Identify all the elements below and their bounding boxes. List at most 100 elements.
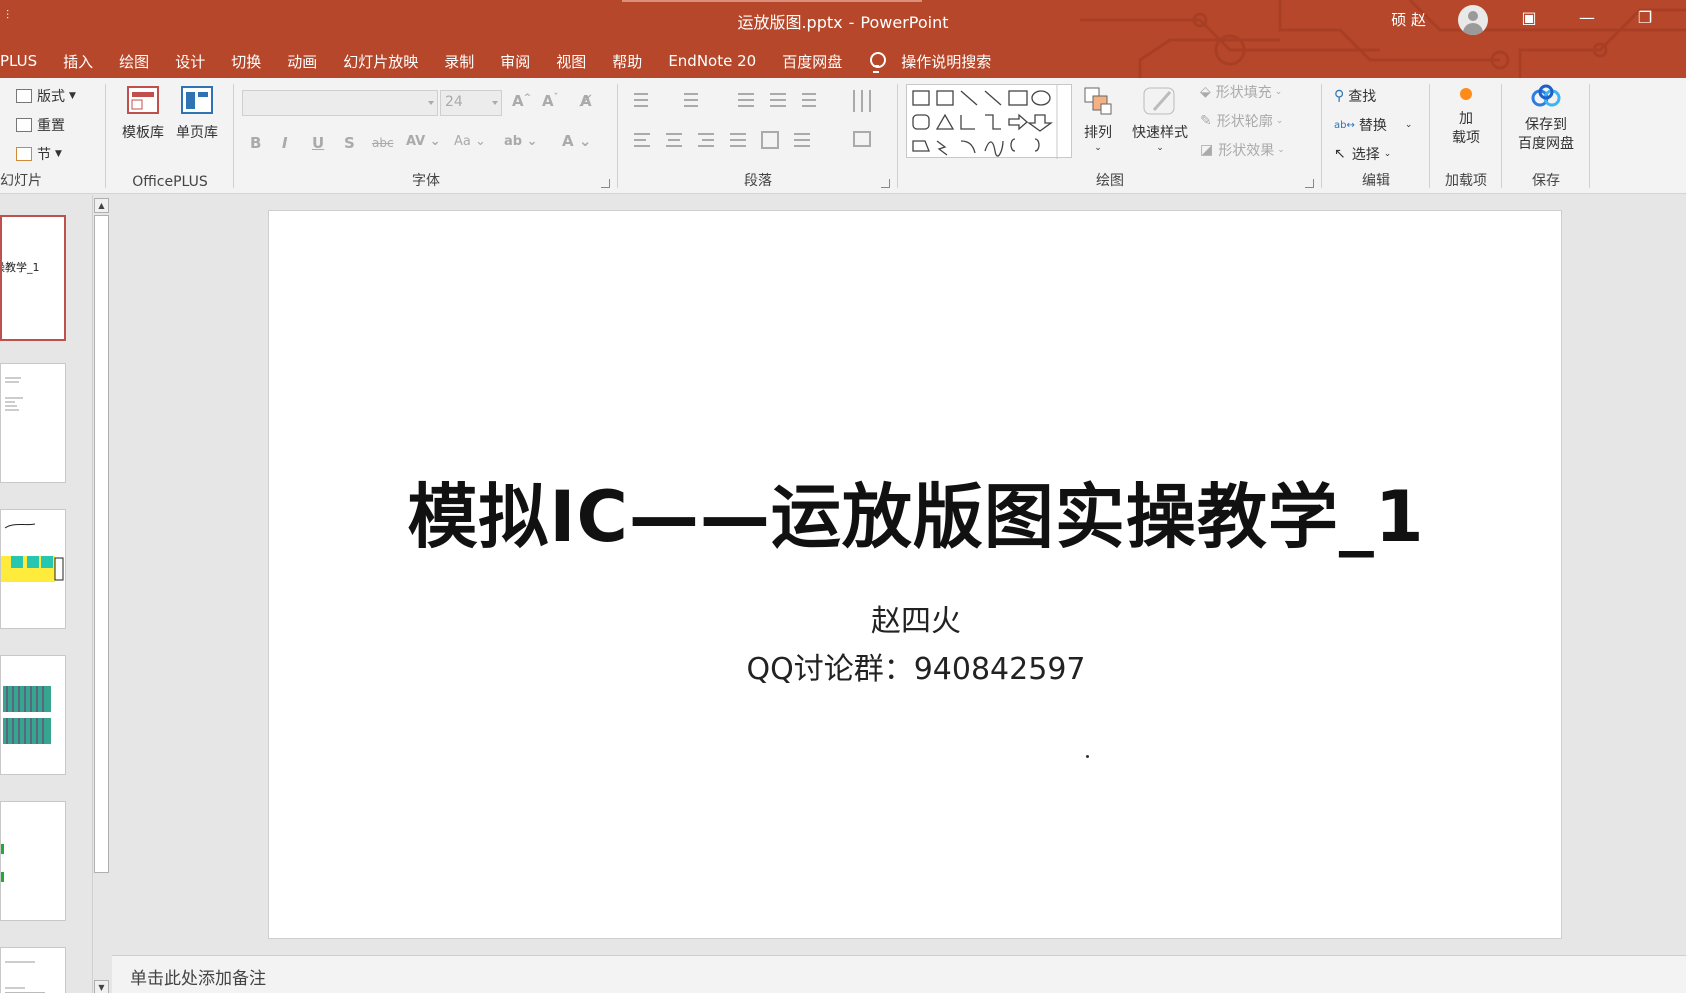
scroll-down-icon[interactable]: ▼ (94, 980, 109, 993)
arrange-button[interactable]: 排列 ⌄ (1076, 84, 1120, 153)
ribbon: 版式 ▼ 重置 节 ▼ 幻灯片 模板库 单页库 OfficePLUS 24 A^ A… (0, 78, 1686, 194)
ribbon-display-icon[interactable]: ▣ (1514, 8, 1544, 27)
ribbon-tabs: PLUS 插入 绘图 设计 切换 动画 幻灯片放映 录制 审阅 视图 帮助 En… (0, 46, 991, 76)
shrink-font-icon[interactable]: Aˇ (542, 92, 558, 110)
tab-plus[interactable]: PLUS (0, 52, 50, 70)
group-divider (1321, 84, 1322, 188)
replace-button[interactable]: ab↔ 替换 ⌄ (1334, 115, 1412, 135)
slide-canvas[interactable]: 模拟IC——运放版图实操教学_1 赵四火 QQ讨论群：940842597 (268, 210, 1562, 939)
tell-me-label: 操作说明搜索 (901, 52, 992, 71)
addins-button[interactable]: 加 载项 (1438, 88, 1494, 148)
tab-review[interactable]: 审阅 (487, 51, 543, 72)
italic-icon[interactable]: I (282, 134, 288, 152)
thumbnails-scrollbar[interactable]: ▲ ▼ (92, 195, 110, 993)
template-library-button[interactable]: 模板库 (118, 84, 168, 143)
slide-thumbnails-panel: 操教学_1 (0, 195, 92, 993)
group-divider (1429, 84, 1430, 188)
tab-record[interactable]: 录制 (431, 51, 487, 72)
thumbnail-markers (1, 844, 4, 882)
lightbulb-icon (869, 52, 887, 73)
group-divider (1501, 84, 1502, 188)
arrange-icon (1084, 87, 1112, 115)
tab-endnote[interactable]: EndNote 20 (655, 52, 769, 70)
font-dialog-launcher-icon[interactable] (601, 179, 610, 188)
select-button[interactable]: ↖ 选择 ⌄ (1334, 144, 1391, 164)
shapes-icons (912, 85, 1058, 159)
file-name: 运放版图.pptx (737, 13, 843, 32)
template-library-icon (127, 86, 159, 114)
search-icon: ⚲ (1334, 88, 1345, 104)
chevron-down-icon: ⌄ (1275, 116, 1284, 126)
font-color-icon[interactable]: A ⌄ (562, 132, 591, 150)
cursor-icon: ↖ (1334, 146, 1346, 162)
underline-icon[interactable]: U (312, 134, 324, 152)
stray-dot (1086, 755, 1089, 758)
char-spacing-icon[interactable]: AV ⌄ (406, 134, 441, 149)
bold-icon[interactable]: B (250, 134, 261, 152)
tab-design[interactable]: 设计 (162, 51, 218, 72)
tab-help[interactable]: 帮助 (599, 51, 655, 72)
officeplus-group-label: OfficePLUS (132, 174, 208, 190)
paint-bucket-icon: ⬙ (1200, 84, 1211, 100)
section-button[interactable]: 节 ▼ (16, 144, 62, 164)
reset-button[interactable]: 重置 (16, 115, 65, 135)
tab-insert[interactable]: 插入 (50, 51, 106, 72)
paragraph-dialog-launcher-icon[interactable] (881, 179, 890, 188)
page-library-button[interactable]: 单页库 (172, 84, 222, 143)
find-button[interactable]: ⚲ 查找 (1334, 86, 1376, 106)
slide-qq-group[interactable]: QQ讨论群：940842597 (269, 644, 1563, 688)
font-name-combo[interactable] (242, 90, 438, 116)
chevron-down-icon: ⌄ (1274, 87, 1283, 97)
slide-thumbnail-5[interactable] (0, 801, 66, 921)
minimize-icon[interactable]: — (1572, 8, 1602, 27)
reset-icon (16, 118, 32, 132)
tab-draw[interactable]: 绘图 (106, 51, 162, 72)
tab-slideshow[interactable]: 幻灯片放映 (330, 51, 431, 72)
notes-placeholder: 单击此处添加备注 (130, 969, 266, 989)
window-title: 运放版图.pptx - PowerPoint (0, 9, 1686, 33)
save-group: 保存到 百度网盘 保存 (1504, 78, 1588, 194)
tab-baidu-netdisk[interactable]: 百度网盘 (769, 51, 855, 72)
replace-icon: ab↔ (1334, 119, 1355, 131)
slide-title[interactable]: 模拟IC——运放版图实操教学_1 (269, 461, 1563, 562)
user-name[interactable]: 硕 赵 (1391, 9, 1426, 30)
shape-outline-button[interactable]: ✎ 形状轮廓 ⌄ (1200, 111, 1283, 131)
chevron-down-icon: ⌄ (1404, 120, 1413, 130)
slide-thumbnail-4[interactable] (0, 655, 66, 775)
slide-thumbnail-3[interactable] (0, 509, 66, 629)
restore-icon[interactable]: ❐ (1630, 8, 1660, 27)
tab-transitions[interactable]: 切换 (218, 51, 274, 72)
tab-animations[interactable]: 动画 (274, 51, 330, 72)
quick-styles-button[interactable]: 快速样式 ⌄ (1126, 84, 1194, 153)
slide-author[interactable]: 赵四火 (269, 596, 1563, 640)
thumbnail-text-lines (5, 961, 45, 993)
paragraph-tools[interactable] (626, 84, 896, 164)
scroll-up-icon[interactable]: ▲ (94, 198, 109, 213)
slide-thumbnail-2[interactable] (0, 363, 66, 483)
shapes-gallery[interactable] (906, 84, 1072, 159)
slide-thumbnail-1[interactable]: 操教学_1 (0, 215, 66, 341)
officeplus-group: 模板库 单页库 OfficePLUS (108, 78, 232, 194)
tell-me-search[interactable]: 操作说明搜索 (855, 51, 992, 73)
slide-thumbnail-6[interactable] (0, 947, 66, 993)
avatar[interactable] (1458, 5, 1488, 35)
save-to-baidu-button[interactable]: 保存到 百度网盘 (1506, 84, 1586, 154)
layout-icon (16, 89, 32, 103)
clear-formatting-icon[interactable]: A̸ (580, 92, 592, 110)
layout-button[interactable]: 版式 ▼ (16, 86, 76, 106)
highlight-icon[interactable]: ab ⌄ (504, 134, 538, 149)
font-size-combo[interactable]: 24 (440, 90, 502, 116)
shape-fill-button[interactable]: ⬙ 形状填充 ⌄ (1200, 82, 1282, 102)
tab-view[interactable]: 视图 (543, 51, 599, 72)
strikethrough-icon[interactable]: abc (372, 136, 394, 150)
editing-group: ⚲ 查找 ab↔ 替换 ⌄ ↖ 选择 ⌄ 编辑 (1324, 78, 1428, 194)
notes-pane[interactable]: 单击此处添加备注 (112, 955, 1686, 993)
scrollbar-thumb[interactable] (94, 215, 109, 873)
drawing-dialog-launcher-icon[interactable] (1305, 179, 1314, 188)
font-group: 24 A^ Aˇ A̸ B I U S abc AV ⌄ Aa ⌄ ab ⌄ A… (236, 78, 616, 194)
shadow-icon[interactable]: S (344, 134, 355, 152)
change-case-icon[interactable]: Aa ⌄ (454, 134, 486, 149)
grow-font-icon[interactable]: A^ (512, 92, 531, 110)
shape-effects-button[interactable]: ◪ 形状效果 ⌄ (1200, 140, 1285, 160)
addins-group-label: 加载项 (1445, 173, 1487, 189)
